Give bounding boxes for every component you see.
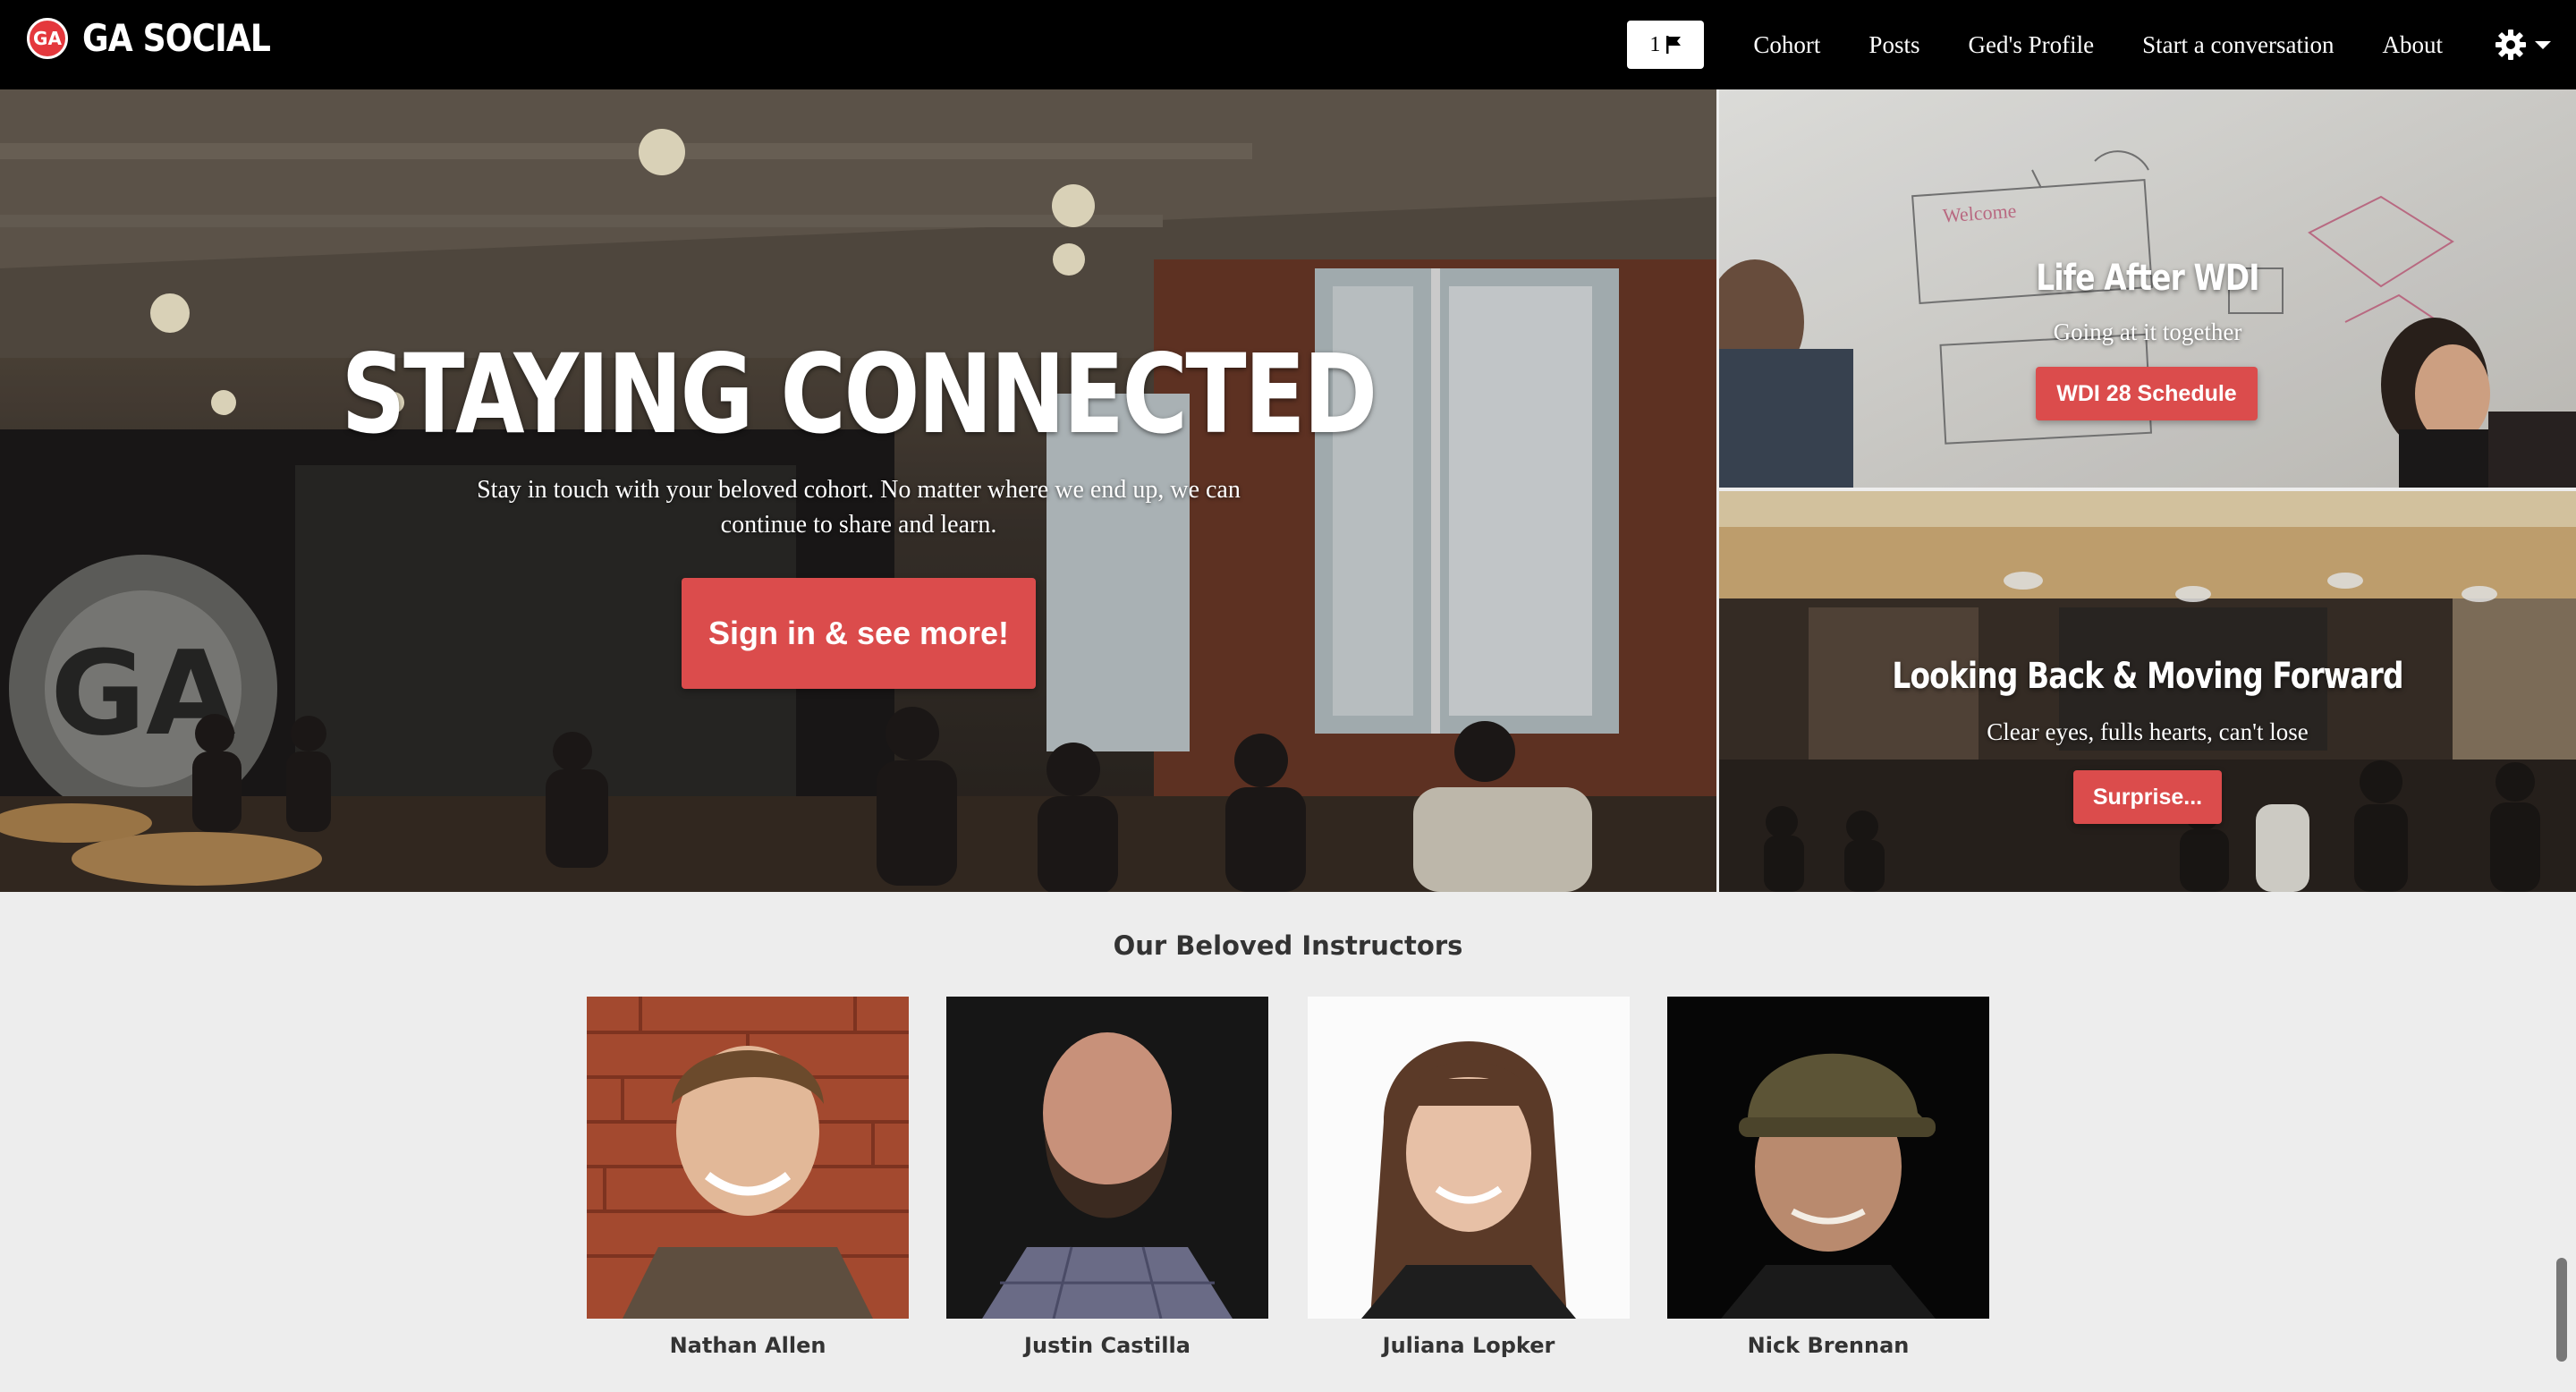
hero-side-bottom-panel: Looking Back & Moving Forward Clear eyes… <box>1719 491 2576 892</box>
nav-link-start-conversation[interactable]: Start a conversation <box>2142 31 2334 59</box>
hero-side-top-panel: Welcome Life After WDI Going at it toget… <box>1719 89 2576 488</box>
sign-in-button[interactable]: Sign in & see more! <box>682 578 1036 689</box>
instructor-card[interactable]: Juliana Lopker <box>1308 997 1630 1358</box>
instructors-heading: Our Beloved Instructors <box>1113 930 1463 961</box>
instructor-photo[interactable] <box>946 997 1268 1319</box>
nav-link-posts[interactable]: Posts <box>1868 31 1919 59</box>
caret-down-icon <box>2535 41 2551 49</box>
notifications-button[interactable]: 1 <box>1627 21 1705 69</box>
hero-side-bottom-subtitle: Clear eyes, fulls hearts, can't lose <box>1987 718 2309 745</box>
settings-dropdown[interactable] <box>2494 28 2553 62</box>
page-scrollbar[interactable] <box>2556 1258 2567 1362</box>
instructor-name: Justin Castilla <box>1024 1333 1191 1358</box>
nav-link-about[interactable]: About <box>2383 31 2444 59</box>
instructor-name: Nick Brennan <box>1747 1333 1910 1358</box>
hero-side-bottom-title: Looking Back & Moving Forward <box>1892 656 2403 697</box>
instructor-name: Nathan Allen <box>669 1333 826 1358</box>
ga-logo-icon[interactable]: GA <box>27 17 68 59</box>
gear-icon <box>2496 30 2526 60</box>
instructor-photo[interactable] <box>587 997 909 1319</box>
instructor-card[interactable]: Nathan Allen <box>587 997 909 1358</box>
instructor-photo[interactable] <box>1667 997 1989 1319</box>
nav-link-cohort[interactable]: Cohort <box>1753 31 1820 59</box>
hero-main-subtitle: Stay in touch with your beloved cohort. … <box>477 476 1241 539</box>
brand[interactable]: GA GA SOCIAL <box>27 16 301 60</box>
flag-icon <box>1665 35 1682 55</box>
instructor-name: Juliana Lopker <box>1382 1333 1555 1358</box>
instructor-card[interactable]: Justin Castilla <box>946 997 1268 1358</box>
surprise-button[interactable]: Surprise... <box>2073 770 2222 824</box>
nav-link-profile[interactable]: Ged's Profile <box>1968 31 2094 59</box>
nav-right: 1 Cohort Posts Ged's Profile Start a con… <box>1627 0 2553 89</box>
top-navbar: GA GA SOCIAL 1 Cohort Posts Ged's Profil… <box>0 0 2576 89</box>
notification-count: 1 <box>1649 32 1661 56</box>
hero-side-top-subtitle: Going at it together <box>2053 318 2242 345</box>
hero-main-panel: GA STAYING CONNECTED Stay in touch with … <box>0 89 1716 892</box>
wdi-schedule-button[interactable]: WDI 28 Schedule <box>2036 367 2258 420</box>
instructor-photo[interactable] <box>1308 997 1630 1319</box>
hero-side-top-title: Life After WDI <box>2036 258 2259 299</box>
brand-name[interactable]: GA SOCIAL <box>82 16 271 60</box>
hero-main-title: STAYING CONNECTED <box>341 331 1378 458</box>
instructor-card[interactable]: Nick Brennan <box>1667 997 1989 1358</box>
